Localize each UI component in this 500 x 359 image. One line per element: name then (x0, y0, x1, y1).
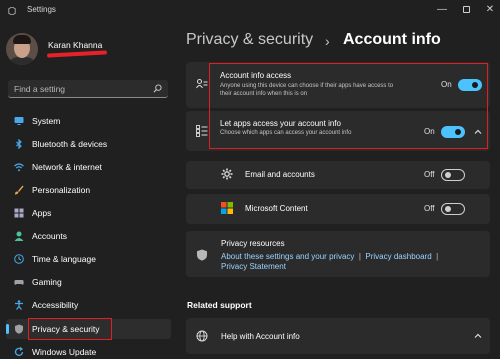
about-privacy-link[interactable]: About these settings and your privacy (221, 252, 354, 261)
sidebar-item-label: Personalization (32, 185, 91, 195)
sidebar-item-system[interactable]: System (6, 111, 171, 131)
globe-icon (196, 330, 208, 342)
sidebar-item-network[interactable]: Network & internet (6, 157, 171, 177)
sidebar-item-bluetooth[interactable]: Bluetooth & devices (6, 134, 171, 154)
user-name: Karan Khanna (48, 40, 103, 50)
bluetooth-icon (16, 139, 22, 149)
sidebar-item-time-language[interactable]: Time & language (6, 249, 171, 269)
sidebar-item-label: Time & language (32, 254, 96, 264)
app-row-microsoft-content: Microsoft Content Off (186, 194, 490, 224)
link-separator: | (358, 252, 361, 261)
search-icon (153, 84, 162, 93)
sidebar-item-accounts[interactable]: Accounts (6, 226, 171, 246)
sidebar-item-gaming[interactable]: Gaming (6, 272, 171, 292)
breadcrumb-separator: › (325, 33, 330, 49)
search-box[interactable]: Find a setting (8, 80, 168, 98)
apps-icon (14, 208, 24, 218)
settings-app-icon (8, 7, 16, 15)
shield-icon (197, 249, 207, 261)
app-row-email-accounts: Email and accounts Off (186, 161, 490, 189)
email-accounts-toggle[interactable] (441, 169, 465, 181)
link-separator: | (436, 252, 439, 261)
breadcrumb-parent[interactable]: Privacy & security (186, 31, 313, 49)
annotation-highlight-privacy (28, 318, 112, 340)
apps-list-icon (196, 125, 208, 137)
help-account-info-row[interactable]: Help with Account info (186, 318, 490, 354)
sidebar-item-label: Gaming (32, 277, 62, 287)
help-account-info-label: Help with Account info (221, 332, 300, 341)
controller-icon (14, 280, 24, 285)
person-list-icon (196, 79, 208, 89)
sidebar-item-label: Accounts (32, 231, 67, 241)
monitor-icon (14, 117, 24, 125)
selection-indicator (6, 324, 9, 334)
minimize-icon: — (437, 4, 447, 15)
redaction-mark (46, 50, 108, 58)
sidebar-item-label: System (32, 116, 61, 126)
microsoft-content-toggle[interactable] (441, 203, 465, 215)
accessibility-icon (15, 300, 23, 310)
close-button[interactable]: ✕ (476, 0, 500, 20)
title-bar: Settings — ✕ (0, 0, 500, 22)
maximize-icon (462, 6, 470, 13)
page-title: Account info (343, 31, 441, 48)
close-icon: ✕ (485, 4, 495, 15)
related-support-heading: Related support (187, 300, 252, 310)
sidebar-item-label: Network & internet (32, 162, 102, 172)
sidebar-item-label: Windows Update (32, 347, 97, 357)
shield-icon (15, 324, 23, 334)
privacy-resources-title: Privacy resources (221, 239, 285, 248)
sidebar-item-personalization[interactable]: Personalization (6, 180, 171, 200)
sidebar-item-label: Bluetooth & devices (32, 139, 108, 149)
sidebar-item-windows-update[interactable]: Windows Update (6, 342, 171, 359)
wifi-icon (14, 163, 24, 172)
app-state: Off (424, 170, 435, 179)
window-title: Settings (27, 5, 56, 14)
annotation-highlight-settings (209, 63, 488, 149)
gear-icon (221, 168, 233, 180)
sidebar-item-label: Apps (32, 208, 52, 218)
brush-icon (15, 185, 24, 195)
sidebar-item-accessibility[interactable]: Accessibility (6, 295, 171, 315)
chevron-up-icon[interactable] (473, 331, 483, 341)
globe-clock-icon (14, 254, 24, 264)
privacy-statement-link[interactable]: Privacy Statement (221, 262, 286, 271)
update-icon (14, 347, 24, 356)
app-name: Microsoft Content (245, 204, 308, 213)
sidebar-item-apps[interactable]: Apps (6, 203, 171, 223)
privacy-resources-card: Privacy resources About these settings a… (186, 231, 490, 277)
microsoft-logo-icon (221, 202, 233, 214)
avatar[interactable] (6, 33, 38, 65)
privacy-dashboard-link[interactable]: Privacy dashboard (365, 252, 431, 261)
app-name: Email and accounts (245, 170, 315, 179)
search-input[interactable]: Find a setting (14, 84, 65, 94)
person-icon (14, 231, 24, 241)
sidebar-item-label: Accessibility (32, 300, 79, 310)
privacy-links-row: About these settings and your privacy | … (221, 250, 438, 262)
app-state: Off (424, 204, 435, 213)
